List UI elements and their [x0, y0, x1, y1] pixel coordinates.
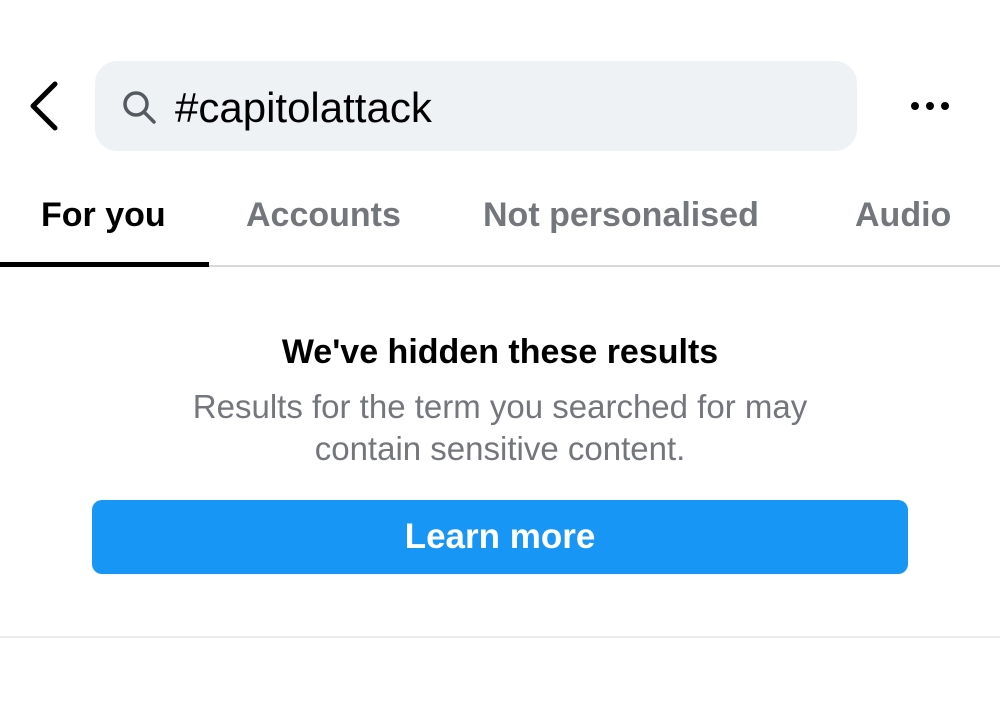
tab-accounts[interactable]: Accounts	[246, 190, 401, 240]
learn-more-button[interactable]: Learn more	[92, 500, 908, 574]
tab-audio[interactable]: Audio	[855, 190, 951, 240]
tab-not-personalised[interactable]: Not personalised	[483, 190, 759, 240]
more-horizontal-icon	[911, 102, 919, 110]
divider	[0, 636, 1000, 638]
active-tab-indicator	[0, 262, 209, 267]
search-results-screen: For you Accounts Not personalised Audio …	[0, 0, 1000, 723]
search-icon	[123, 91, 156, 124]
notice-body: Results for the term you searched for ma…	[192, 388, 808, 467]
more-options-button[interactable]	[900, 86, 960, 126]
search-header	[0, 0, 1000, 170]
search-input[interactable]	[175, 80, 815, 136]
search-tabs: For you Accounts Not personalised Audio	[0, 170, 1000, 267]
back-button[interactable]	[22, 76, 66, 136]
notice-title: We've hidden these results	[281, 333, 719, 371]
tab-for-you[interactable]: For you	[41, 190, 166, 240]
chevron-left-icon	[30, 81, 58, 131]
